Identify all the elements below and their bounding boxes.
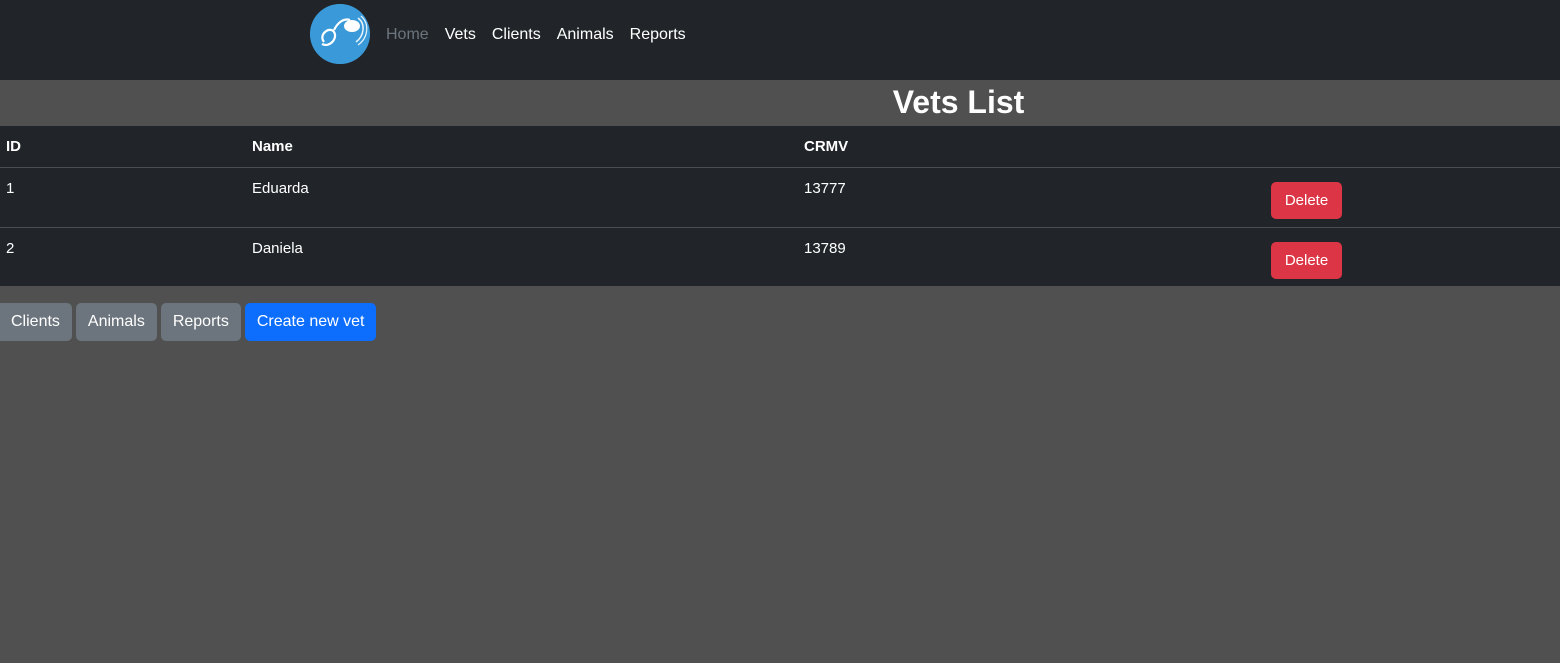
cell-name: Eduarda	[252, 179, 309, 197]
nav-link-clients[interactable]: Clients	[492, 24, 541, 46]
create-new-vet-button[interactable]: Create new vet	[244, 303, 377, 341]
table-row: 1 Eduarda 13777 Delete	[0, 167, 1560, 227]
action-buttons: Clients Animals Reports Create new vet	[0, 303, 377, 341]
delete-button[interactable]: Delete	[1271, 181, 1342, 219]
cell-id: 2	[6, 239, 15, 257]
cell-name: Daniela	[252, 239, 303, 257]
nav-link-home[interactable]: Home	[386, 24, 429, 46]
cell-crmv: 13789	[804, 239, 846, 257]
table-row: 2 Daniela 13789 Delete	[0, 227, 1560, 287]
column-header-id: ID	[6, 138, 21, 155]
vets-table: ID Name CRMV 1 Eduarda 13777 Delete 2 Da…	[0, 126, 1560, 287]
page-title: Vets List	[892, 84, 1025, 120]
column-header-crmv: CRMV	[804, 138, 849, 155]
clients-button[interactable]: Clients	[0, 303, 72, 341]
cell-crmv: 13777	[804, 179, 846, 197]
reports-button[interactable]: Reports	[160, 303, 241, 341]
vets-table-container: ID Name CRMV 1 Eduarda 13777 Delete 2 Da…	[0, 126, 1560, 286]
animals-button[interactable]: Animals	[75, 303, 157, 341]
nav-link-reports[interactable]: Reports	[630, 24, 686, 46]
navbar: Home Vets Clients Animals Reports	[0, 0, 1560, 80]
stethoscope-logo-icon[interactable]	[310, 4, 370, 64]
column-header-actions	[1265, 126, 1560, 167]
column-header-name: Name	[252, 138, 293, 155]
nav-link-animals[interactable]: Animals	[557, 24, 614, 46]
cell-actions: Delete	[1265, 167, 1560, 227]
nav-links: Home Vets Clients Animals Reports	[386, 24, 686, 46]
table-header-row: ID Name CRMV	[0, 126, 1560, 167]
cell-actions: Delete	[1265, 227, 1560, 287]
delete-button[interactable]: Delete	[1271, 241, 1342, 279]
nav-link-vets[interactable]: Vets	[445, 24, 476, 46]
cell-id: 1	[6, 179, 15, 197]
title-bar: Vets List	[0, 80, 1560, 126]
